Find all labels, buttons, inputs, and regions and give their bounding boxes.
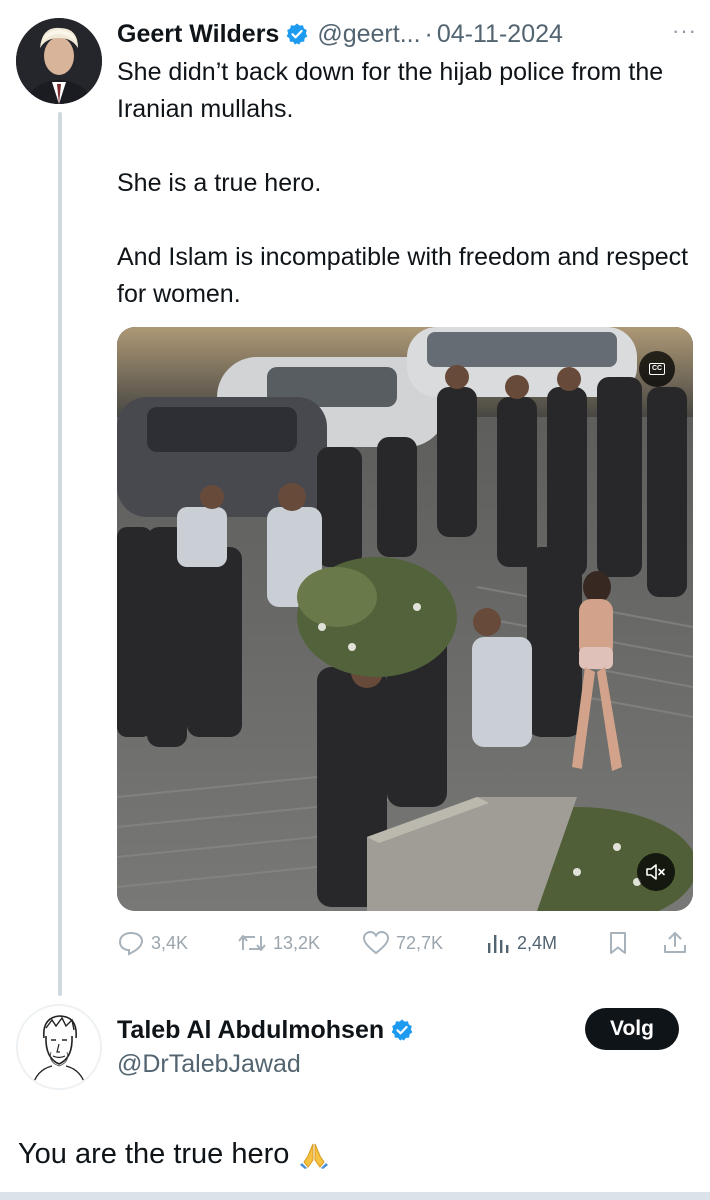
views-button[interactable]: 2,4M [485, 931, 557, 955]
reply-author-name[interactable]: Taleb Al Abdulmohsen [117, 1016, 384, 1045]
repost-button[interactable]: 13,2K [237, 931, 320, 955]
like-button[interactable]: 72,7K [362, 930, 443, 956]
mute-button[interactable] [637, 853, 675, 891]
author-handle[interactable]: @geert... [317, 20, 420, 49]
reply-author-handle[interactable]: @DrTalebJawad [117, 1050, 301, 1079]
header-separator: · [424, 19, 433, 48]
follow-button[interactable]: Volg [585, 1008, 679, 1050]
mute-icon [646, 864, 665, 880]
tweet-header: Geert Wilders @geert... · 04-11-2024 ··· [117, 14, 697, 54]
tweet-paragraph: She didn’t back down for the hijab polic… [117, 58, 664, 123]
repost-count: 13,2K [273, 932, 321, 953]
bookmark-button[interactable] [607, 930, 629, 956]
avatar-portrait-icon [16, 18, 102, 104]
like-icon [362, 930, 390, 955]
tweet-text: She didn’t back down for the hijab polic… [117, 54, 697, 313]
views-count: 2,4M [517, 932, 558, 953]
bookmark-icon [610, 932, 626, 954]
reply-author-row: Taleb Al Abdulmohsen [117, 1012, 422, 1048]
reply-author-avatar[interactable] [16, 1004, 102, 1090]
avatar-sketch-icon [18, 1006, 100, 1088]
video-player[interactable]: CC [117, 327, 693, 911]
views-icon [488, 935, 509, 953]
verified-badge-icon [390, 1018, 414, 1042]
tweet-action-bar: 3,4K 13,2K 72,7K 2,4M [117, 924, 693, 962]
reply-tweet-text: You are the true hero [18, 1138, 329, 1171]
closed-captions-icon: CC [649, 363, 665, 375]
share-button[interactable] [662, 930, 688, 956]
author-avatar[interactable] [16, 18, 102, 104]
reply-button[interactable]: 3,4K [117, 930, 188, 956]
folded-hands-icon [299, 1140, 329, 1170]
author-name[interactable]: Geert Wilders [117, 20, 279, 49]
reply-icon [118, 931, 144, 956]
more-options-icon[interactable]: ··· [672, 18, 697, 44]
like-count: 72,7K [396, 932, 444, 953]
thread-connector-line [58, 112, 62, 996]
next-item-edge [0, 1192, 710, 1200]
tweet-paragraph: She is a true hero. [117, 169, 322, 197]
share-icon [664, 932, 686, 953]
verified-badge-icon [285, 22, 309, 46]
repost-icon [238, 935, 266, 951]
tweet-thread: Geert Wilders @geert... · 04-11-2024 ···… [0, 0, 710, 1200]
reply-text-content: You are the true hero [18, 1138, 290, 1170]
reply-count: 3,4K [151, 932, 189, 953]
closed-captions-button[interactable]: CC [639, 351, 675, 387]
tweet-paragraph: And Islam is incompatible with freedom a… [117, 243, 689, 308]
tweet-date[interactable]: 04-11-2024 [437, 20, 563, 49]
video-frame-image [117, 327, 693, 911]
